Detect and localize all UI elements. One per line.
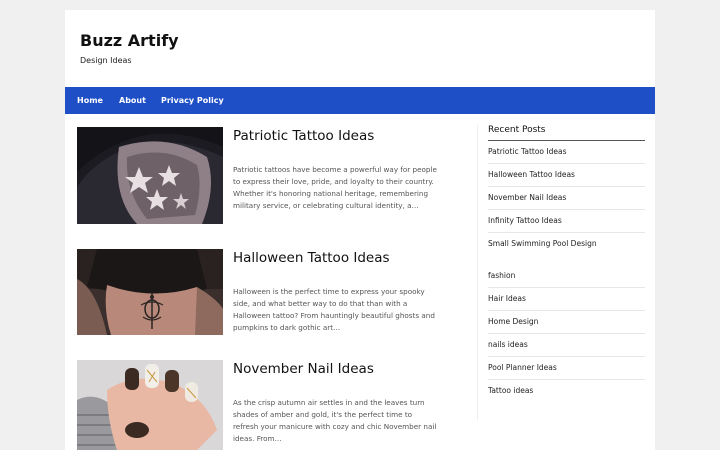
recent-post-link[interactable]: Patriotic Tattoo Ideas bbox=[488, 141, 645, 164]
recent-posts-heading: Recent Posts bbox=[488, 125, 645, 141]
main-navigation: Home About Privacy Policy bbox=[65, 87, 655, 114]
recent-posts-list: Patriotic Tattoo Ideas Halloween Tattoo … bbox=[488, 141, 645, 255]
recent-post-link[interactable]: Infinity Tattoo Ideas bbox=[488, 210, 645, 233]
post-excerpt: Halloween is the perfect time to express… bbox=[233, 287, 435, 332]
patriotic-tattoo-image bbox=[77, 127, 223, 224]
site-branding: Buzz Artify Design Ideas bbox=[80, 30, 179, 66]
category-link[interactable]: Pool Planner Ideas bbox=[488, 357, 645, 380]
post-title[interactable]: November Nail Ideas bbox=[233, 360, 463, 378]
category-link[interactable]: fashion bbox=[488, 265, 645, 288]
category-link[interactable]: Hair Ideas bbox=[488, 288, 645, 311]
post-thumbnail[interactable] bbox=[77, 127, 223, 224]
november-nails-image bbox=[77, 360, 223, 450]
sidebar-divider bbox=[477, 125, 478, 420]
nav-item-about[interactable]: About bbox=[119, 87, 146, 114]
site-title[interactable]: Buzz Artify bbox=[80, 30, 179, 52]
halloween-tattoo-image bbox=[77, 249, 223, 335]
post-excerpt: Patriotic tattoos have become a powerful… bbox=[233, 165, 437, 210]
category-link[interactable]: Tattoo ideas bbox=[488, 380, 645, 402]
recent-post-link[interactable]: November Nail Ideas bbox=[488, 187, 645, 210]
recent-post-link[interactable]: Small Swimming Pool Design bbox=[488, 233, 645, 255]
nav-item-privacy-policy[interactable]: Privacy Policy bbox=[161, 87, 224, 114]
recent-post-link[interactable]: Halloween Tattoo Ideas bbox=[488, 164, 645, 187]
category-link[interactable]: nails ideas bbox=[488, 334, 645, 357]
nav-item-home[interactable]: Home bbox=[77, 87, 103, 114]
categories-list: fashion Hair Ideas Home Design nails ide… bbox=[488, 265, 645, 402]
page-container: Buzz Artify Design Ideas Home About Priv… bbox=[65, 10, 655, 450]
category-link[interactable]: Home Design bbox=[488, 311, 645, 334]
post-title[interactable]: Patriotic Tattoo Ideas bbox=[233, 127, 463, 145]
post-thumbnail[interactable] bbox=[77, 360, 223, 450]
site-tagline: Design Ideas bbox=[80, 56, 132, 65]
sidebar: Recent Posts Patriotic Tattoo Ideas Hall… bbox=[488, 125, 645, 402]
post-title[interactable]: Halloween Tattoo Ideas bbox=[233, 249, 463, 267]
post-excerpt: As the crisp autumn air settles in and t… bbox=[233, 398, 437, 443]
post-thumbnail[interactable] bbox=[77, 249, 223, 335]
